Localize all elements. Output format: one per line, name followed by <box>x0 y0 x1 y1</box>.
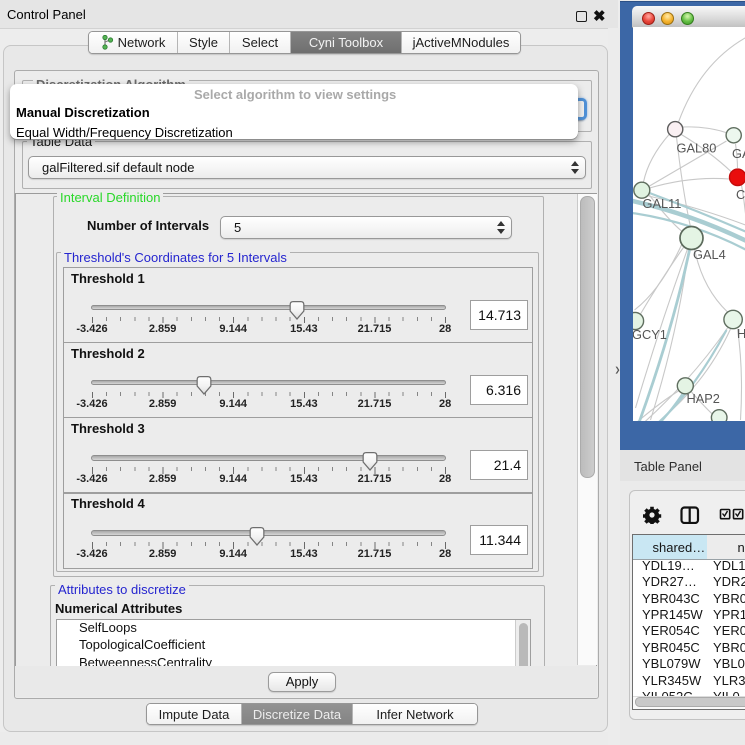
svg-text:GAL4: GAL4 <box>693 247 726 262</box>
svg-text:C: C <box>736 187 745 202</box>
svg-text:GA: GA <box>732 146 745 161</box>
svg-text:GAL11: GAL11 <box>642 196 681 211</box>
svg-text:GAL80: GAL80 <box>676 140 716 155</box>
svg-text:HAP2: HAP2 <box>686 391 719 406</box>
svg-text:H: H <box>737 326 745 341</box>
svg-text:GCY1: GCY1 <box>633 327 667 342</box>
